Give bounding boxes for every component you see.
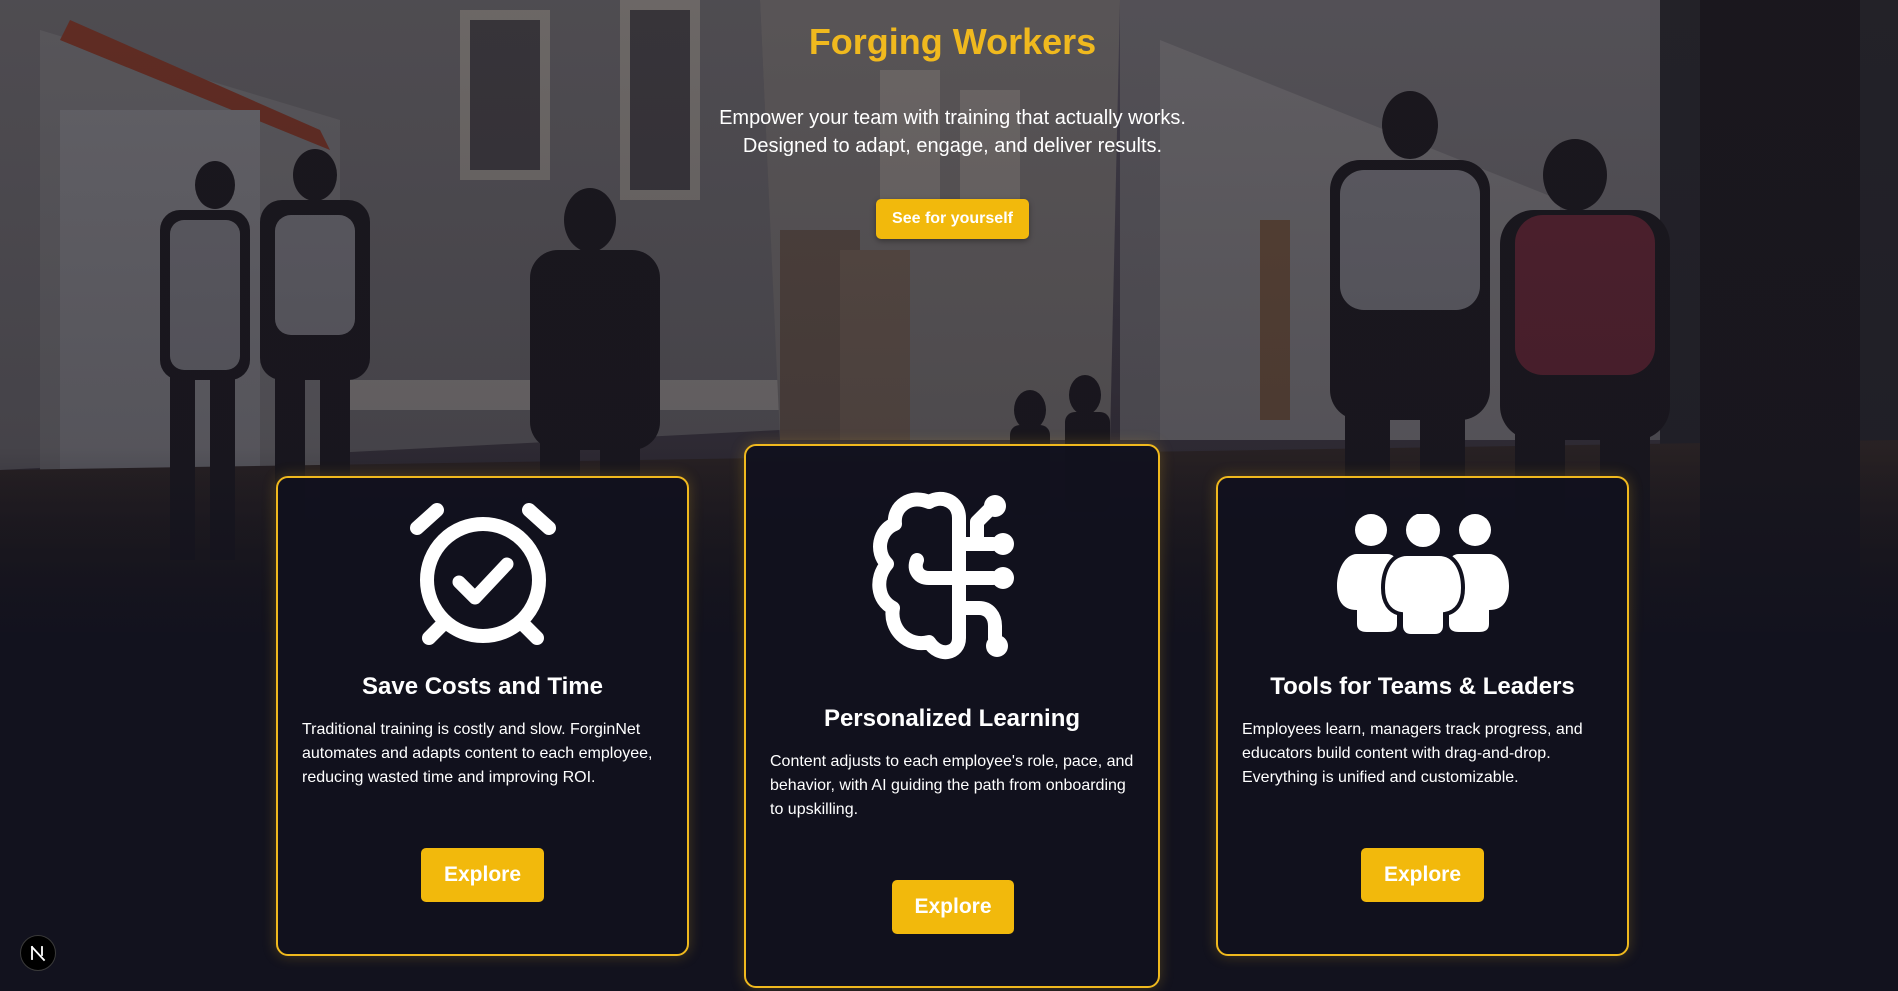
feature-card-save-costs: Save Costs and Time Traditional training… xyxy=(276,476,689,956)
card-description: Content adjusts to each employee's role,… xyxy=(770,753,1134,818)
feature-card-personalized-learning: Personalized Learning Content adjusts to… xyxy=(744,444,1160,988)
card-description: Traditional training is costly and slow.… xyxy=(302,721,653,786)
hero-title: Forging Workers xyxy=(808,21,1097,62)
feature-card-tools-teams: Tools for Teams & Leaders Employees lear… xyxy=(1216,476,1629,956)
see-for-yourself-button[interactable]: See for yourself xyxy=(876,199,1029,239)
hero-subtitle: Empower your team with training that act… xyxy=(0,104,1898,160)
alarm-clock-check-icon xyxy=(278,502,687,648)
team-users-icon xyxy=(1218,514,1627,636)
explore-button[interactable]: Explore xyxy=(421,848,544,902)
card-title: Tools for Teams & Leaders xyxy=(1270,673,1575,700)
card-title: Save Costs and Time xyxy=(362,673,603,700)
card-description: Employees learn, managers track progress… xyxy=(1242,721,1583,786)
explore-button[interactable]: Explore xyxy=(1361,848,1484,902)
next-dev-tools-badge[interactable] xyxy=(20,935,56,971)
next-logo-icon xyxy=(30,945,46,962)
explore-button[interactable]: Explore xyxy=(892,880,1014,934)
hero-subtitle-line-2: Designed to adapt, engage, and deliver r… xyxy=(742,135,1163,157)
card-title: Personalized Learning xyxy=(823,705,1081,732)
landing-page: Forging Workers Empower your team with t… xyxy=(0,0,1898,991)
brain-circuit-icon xyxy=(746,488,1158,668)
hero-subtitle-line-1: Empower your team with training that act… xyxy=(719,107,1186,129)
